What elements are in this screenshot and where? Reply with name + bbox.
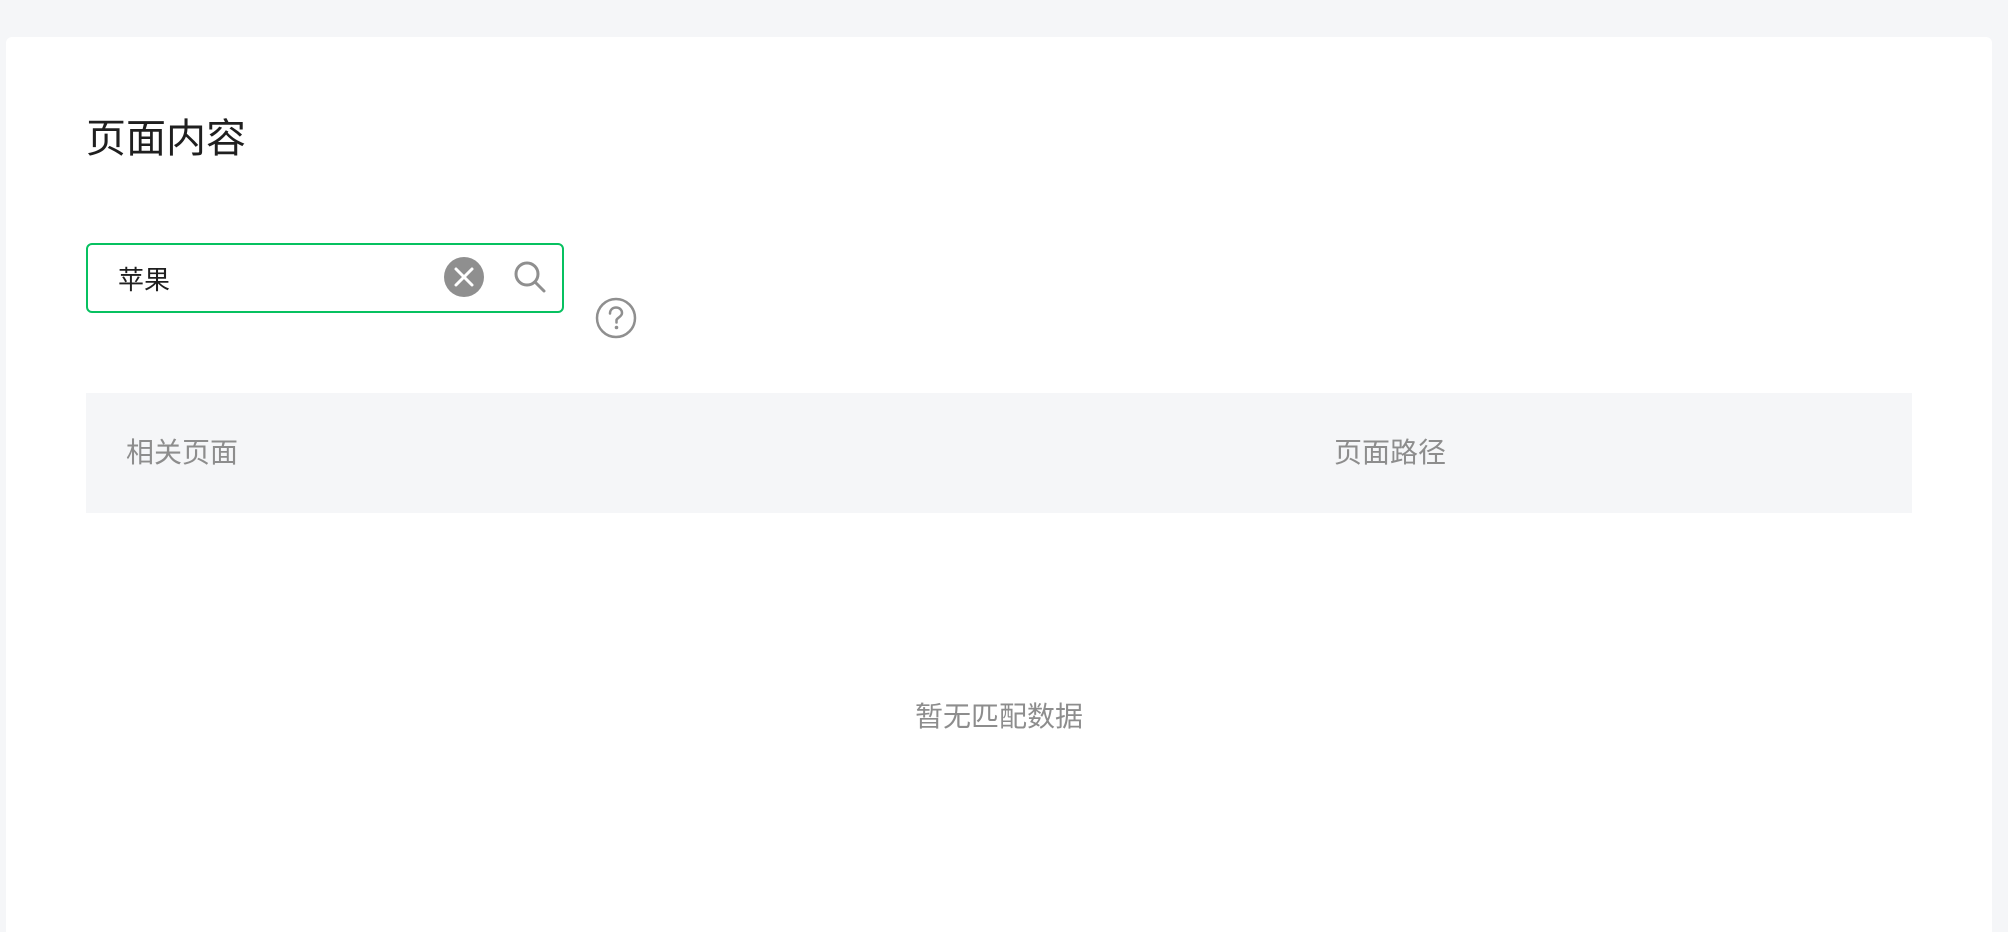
question-circle-icon [595, 297, 637, 339]
column-header-page-path: 页面路径 [1334, 436, 1447, 469]
search-input[interactable] [118, 245, 418, 311]
close-icon [454, 267, 474, 287]
search-box [86, 243, 564, 313]
search-button[interactable] [512, 259, 548, 295]
search-icon [514, 261, 546, 293]
content-card: 页面内容 相关页面 页面路径 暂无匹配数据 [6, 37, 1992, 932]
empty-state-text: 暂无匹配数据 [914, 700, 1083, 733]
column-header-related-page: 相关页面 [126, 436, 239, 469]
table-header: 相关页面 页面路径 [86, 393, 1912, 513]
clear-search-button[interactable] [444, 257, 484, 297]
help-icon[interactable] [595, 297, 637, 339]
page-title: 页面内容 [86, 116, 246, 162]
